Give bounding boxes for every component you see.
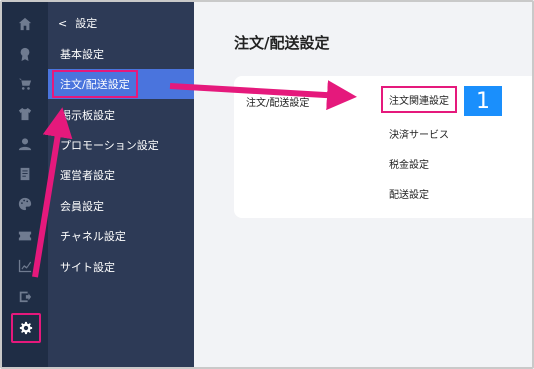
menu-item-operator[interactable]: 運営者設定 [48, 160, 194, 190]
ticket-icon[interactable] [15, 226, 35, 246]
icon-rail [2, 2, 48, 367]
step-badge: 1 [464, 86, 502, 116]
back-label: 設定 [75, 17, 98, 30]
section-label: 注文/配送設定 [246, 98, 310, 109]
menu-item-label: 注文/配送設定 [52, 70, 138, 98]
menu-item-label: 運営者設定 [60, 169, 115, 182]
link-payment-service[interactable]: 決済サービス [389, 126, 449, 141]
app-window: < 設定 基本設定 注文/配送設定 掲示板設定 プロモーション設定 運営者設定 … [0, 0, 534, 369]
menu-item-label: 会員設定 [60, 200, 104, 213]
menu-item-board[interactable]: 掲示板設定 [48, 100, 194, 130]
tshirt-icon[interactable] [15, 104, 35, 124]
link-tax-settings[interactable]: 税金設定 [389, 156, 429, 171]
menu-item-order-shipping[interactable]: 注文/配送設定 [48, 69, 194, 99]
menu-item-channel[interactable]: チャネル設定 [48, 221, 194, 251]
menu-item-label: 掲示板設定 [60, 109, 115, 122]
user-icon[interactable] [15, 134, 35, 154]
page-title: 注文/配送設定 [234, 34, 330, 52]
back-to-settings[interactable]: < 設定 [58, 14, 97, 32]
gear-icon[interactable] [11, 313, 41, 343]
menu-item-basic[interactable]: 基本設定 [48, 39, 194, 69]
main-content: 注文/配送設定 注文/配送設定 注文関連設定 決済サービス 税金設定 配送設定 … [194, 2, 532, 367]
menu-item-member[interactable]: 会員設定 [48, 191, 194, 221]
link-shipping-settings[interactable]: 配送設定 [389, 186, 429, 201]
cart-icon[interactable] [15, 74, 35, 94]
menu-item-promotion[interactable]: プロモーション設定 [48, 130, 194, 160]
menu-item-label: プロモーション設定 [60, 139, 159, 152]
chevron-left-icon: < [58, 16, 68, 30]
document-icon[interactable] [15, 164, 35, 184]
palette-icon[interactable] [15, 194, 35, 214]
home-icon[interactable] [15, 14, 35, 34]
menu-item-label: チャネル設定 [60, 230, 126, 243]
export-icon[interactable] [15, 286, 35, 306]
link-order-related-settings[interactable]: 注文関連設定 [381, 86, 457, 113]
menu-item-label: サイト設定 [60, 261, 115, 274]
menu-item-site[interactable]: サイト設定 [48, 252, 194, 282]
settings-submenu: < 設定 基本設定 注文/配送設定 掲示板設定 プロモーション設定 運営者設定 … [48, 2, 194, 367]
badge-icon[interactable] [15, 44, 35, 64]
menu-item-label: 基本設定 [60, 48, 104, 61]
analytics-icon[interactable] [15, 256, 35, 276]
